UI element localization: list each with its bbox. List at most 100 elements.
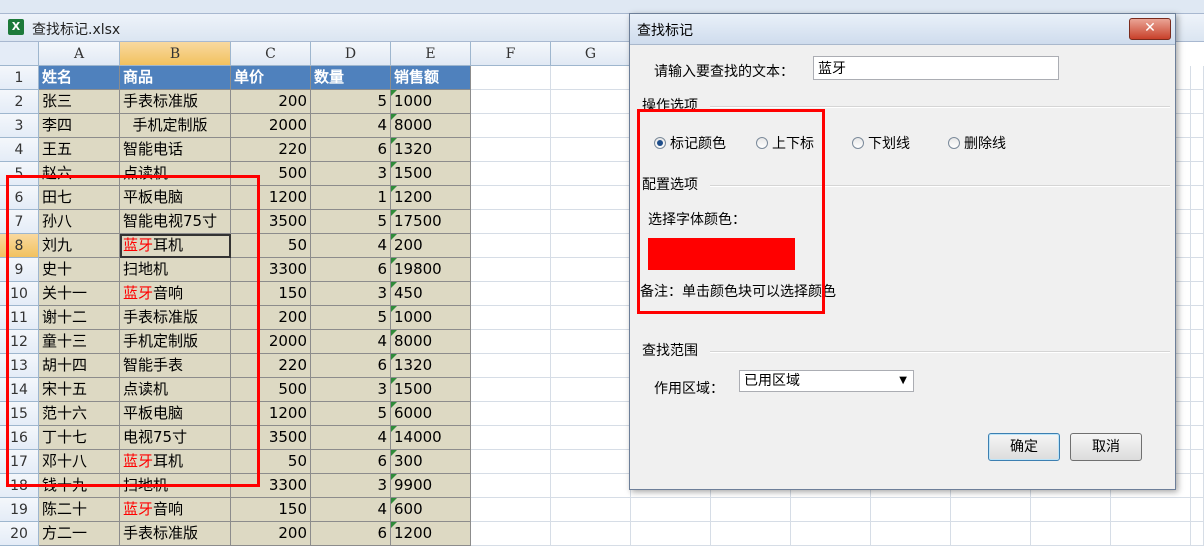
- empty-cell[interactable]: [1031, 522, 1111, 546]
- ok-button[interactable]: 确定: [988, 433, 1060, 461]
- empty-cell[interactable]: [551, 90, 631, 114]
- empty-cell[interactable]: [951, 498, 1031, 522]
- name-cell[interactable]: 方二一: [39, 522, 120, 546]
- empty-cell[interactable]: [711, 522, 791, 546]
- empty-cell[interactable]: [1191, 402, 1204, 426]
- name-cell[interactable]: 邓十八: [39, 450, 120, 474]
- empty-cell[interactable]: [471, 402, 551, 426]
- range-select[interactable]: 已用区域 ▼: [739, 370, 914, 392]
- qty-cell[interactable]: 5: [311, 402, 391, 426]
- qty-cell[interactable]: 5: [311, 306, 391, 330]
- sales-cell[interactable]: 200: [391, 234, 471, 258]
- empty-cell[interactable]: [791, 522, 871, 546]
- price-cell[interactable]: 3300: [231, 258, 311, 282]
- product-cell[interactable]: 扫地机: [120, 474, 231, 498]
- column-header-c[interactable]: C: [231, 42, 311, 66]
- dialog-titlebar[interactable]: 查找标记 ✕: [630, 14, 1175, 45]
- empty-cell[interactable]: [551, 114, 631, 138]
- product-cell[interactable]: 智能手表: [120, 354, 231, 378]
- empty-cell[interactable]: [1191, 162, 1204, 186]
- row-header[interactable]: 1: [0, 66, 39, 90]
- name-cell[interactable]: 刘九: [39, 234, 120, 258]
- empty-cell[interactable]: [1191, 306, 1204, 330]
- price-cell[interactable]: 2000: [231, 114, 311, 138]
- name-cell[interactable]: 孙八: [39, 210, 120, 234]
- row-header[interactable]: 16: [0, 426, 39, 450]
- table-header-cell[interactable]: 单价: [231, 66, 311, 90]
- product-cell[interactable]: 手表标准版: [120, 522, 231, 546]
- sales-cell[interactable]: 8000: [391, 114, 471, 138]
- row-header[interactable]: 19: [0, 498, 39, 522]
- empty-cell[interactable]: [951, 522, 1031, 546]
- qty-cell[interactable]: 4: [311, 234, 391, 258]
- empty-cell[interactable]: [1191, 354, 1204, 378]
- empty-cell[interactable]: [551, 210, 631, 234]
- qty-cell[interactable]: 6: [311, 138, 391, 162]
- product-cell[interactable]: 点读机: [120, 162, 231, 186]
- radio-underline[interactable]: 下划线: [852, 133, 910, 153]
- empty-cell[interactable]: [471, 162, 551, 186]
- qty-cell[interactable]: 4: [311, 498, 391, 522]
- qty-cell[interactable]: 5: [311, 90, 391, 114]
- empty-cell[interactable]: [711, 498, 791, 522]
- empty-cell[interactable]: [551, 426, 631, 450]
- product-cell[interactable]: 手机定制版: [120, 114, 231, 138]
- empty-cell[interactable]: [791, 498, 871, 522]
- sales-cell[interactable]: 6000: [391, 402, 471, 426]
- sales-cell[interactable]: 1320: [391, 138, 471, 162]
- price-cell[interactable]: 200: [231, 522, 311, 546]
- row-header[interactable]: 5: [0, 162, 39, 186]
- qty-cell[interactable]: 6: [311, 522, 391, 546]
- empty-cell[interactable]: [471, 498, 551, 522]
- empty-cell[interactable]: [1191, 426, 1204, 450]
- empty-cell[interactable]: [1191, 258, 1204, 282]
- column-header-a[interactable]: A: [39, 42, 120, 66]
- row-header[interactable]: 10: [0, 282, 39, 306]
- qty-cell[interactable]: 6: [311, 258, 391, 282]
- empty-cell[interactable]: [1191, 522, 1204, 546]
- empty-cell[interactable]: [471, 426, 551, 450]
- empty-cell[interactable]: [551, 282, 631, 306]
- price-cell[interactable]: 200: [231, 90, 311, 114]
- empty-cell[interactable]: [471, 90, 551, 114]
- empty-cell[interactable]: [1111, 522, 1191, 546]
- empty-cell[interactable]: [631, 498, 711, 522]
- price-cell[interactable]: 150: [231, 498, 311, 522]
- row-header[interactable]: 8: [0, 234, 39, 258]
- sales-cell[interactable]: 17500: [391, 210, 471, 234]
- radio-mark-color[interactable]: 标记颜色: [654, 133, 726, 153]
- name-cell[interactable]: 史十: [39, 258, 120, 282]
- row-header[interactable]: 14: [0, 378, 39, 402]
- qty-cell[interactable]: 6: [311, 450, 391, 474]
- product-cell[interactable]: 手机定制版: [120, 330, 231, 354]
- name-cell[interactable]: 范十六: [39, 402, 120, 426]
- empty-cell[interactable]: [1031, 498, 1111, 522]
- price-cell[interactable]: 3300: [231, 474, 311, 498]
- sales-cell[interactable]: 1000: [391, 306, 471, 330]
- empty-cell[interactable]: [1191, 66, 1204, 90]
- row-header[interactable]: 3: [0, 114, 39, 138]
- sales-cell[interactable]: 1200: [391, 522, 471, 546]
- empty-cell[interactable]: [1191, 186, 1204, 210]
- product-cell[interactable]: 点读机: [120, 378, 231, 402]
- row-header[interactable]: 15: [0, 402, 39, 426]
- empty-cell[interactable]: [551, 450, 631, 474]
- empty-cell[interactable]: [871, 498, 951, 522]
- product-cell[interactable]: 蓝牙音响: [120, 498, 231, 522]
- empty-cell[interactable]: [471, 354, 551, 378]
- empty-cell[interactable]: [1191, 378, 1204, 402]
- empty-cell[interactable]: [551, 258, 631, 282]
- name-cell[interactable]: 钱十九: [39, 474, 120, 498]
- row-header[interactable]: 9: [0, 258, 39, 282]
- product-cell[interactable]: 手表标准版: [120, 306, 231, 330]
- price-cell[interactable]: 150: [231, 282, 311, 306]
- price-cell[interactable]: 3500: [231, 210, 311, 234]
- table-header-cell[interactable]: 商品: [120, 66, 231, 90]
- empty-cell[interactable]: [551, 402, 631, 426]
- empty-cell[interactable]: [551, 378, 631, 402]
- empty-cell[interactable]: [471, 234, 551, 258]
- empty-cell[interactable]: [1191, 90, 1204, 114]
- empty-cell[interactable]: [551, 330, 631, 354]
- column-header-g[interactable]: G: [551, 42, 631, 66]
- column-header-b[interactable]: B: [120, 42, 231, 66]
